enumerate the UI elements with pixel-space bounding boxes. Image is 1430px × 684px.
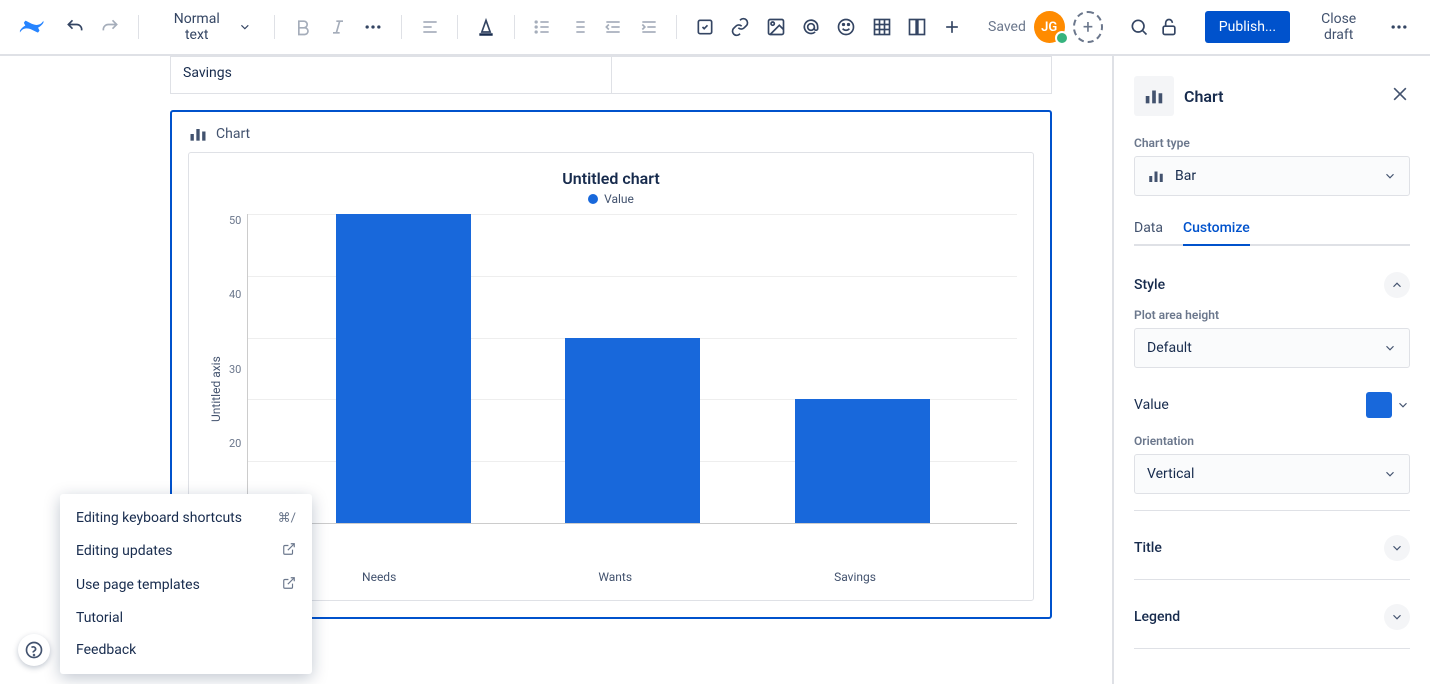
mention-button[interactable]	[795, 11, 826, 43]
help-item-tutorial[interactable]: Tutorial	[60, 602, 312, 634]
chart-title: Untitled chart	[205, 169, 1017, 188]
chart-plot: Untitled axis 50 40 30 20 10	[205, 214, 1017, 564]
orientation-select[interactable]: Vertical	[1134, 454, 1410, 494]
close-draft-button[interactable]: Close draft	[1294, 3, 1383, 51]
link-button[interactable]	[725, 11, 756, 43]
chevron-up-icon	[1390, 278, 1404, 292]
help-item-updates[interactable]: Editing updates	[60, 534, 312, 568]
numbered-list-button[interactable]	[562, 11, 593, 43]
x-axis-labels: Needs Wants Savings	[205, 564, 1017, 584]
chevron-down-icon	[1383, 467, 1397, 481]
layouts-button[interactable]	[901, 11, 932, 43]
panel-title: Chart	[1184, 87, 1380, 106]
tab-data[interactable]: Data	[1134, 212, 1163, 246]
chart-legend: Value	[205, 192, 1017, 206]
chevron-down-icon	[1383, 341, 1397, 355]
orientation-label: Orientation	[1134, 434, 1410, 448]
insert-dropdown[interactable]	[937, 11, 968, 43]
collapse-style-button[interactable]	[1384, 272, 1410, 298]
style-section-header[interactable]: Style	[1134, 262, 1410, 308]
help-item-templates[interactable]: Use page templates	[60, 568, 312, 602]
emoji-button[interactable]	[831, 11, 862, 43]
plot-height-label: Plot area height	[1134, 308, 1410, 322]
toolbar-separator	[514, 15, 515, 39]
italic-button[interactable]	[322, 11, 353, 43]
panel-chart-icon	[1134, 76, 1174, 116]
help-item-feedback[interactable]: Feedback	[60, 634, 312, 666]
section-divider	[1134, 648, 1410, 649]
help-button[interactable]	[18, 634, 50, 666]
publish-button[interactable]: Publish...	[1205, 11, 1290, 43]
table-cell[interactable]: Savings	[171, 57, 612, 93]
color-swatch	[1366, 392, 1392, 418]
table-cell[interactable]	[612, 57, 1052, 93]
chart-type-select[interactable]: Bar	[1134, 156, 1410, 196]
chevron-down-icon	[1390, 541, 1404, 555]
saved-indicator: Saved	[988, 19, 1026, 35]
image-button[interactable]	[760, 11, 791, 43]
toolbar-separator	[676, 15, 677, 39]
more-actions-button[interactable]	[1383, 11, 1414, 43]
presence-badge	[1055, 31, 1069, 45]
bar-wants	[565, 338, 700, 523]
indent-button[interactable]	[633, 11, 664, 43]
chart-type-label: Chart type	[1134, 136, 1410, 150]
bar-needs	[336, 214, 471, 523]
outdent-button[interactable]	[597, 11, 628, 43]
find-replace-button[interactable]	[1123, 11, 1154, 43]
tab-customize[interactable]: Customize	[1183, 212, 1250, 246]
section-divider	[1134, 579, 1410, 580]
bar-savings	[795, 399, 930, 523]
bar-chart-icon	[1147, 167, 1165, 185]
redo-button[interactable]	[95, 11, 126, 43]
chart-block-label: Chart	[216, 126, 250, 142]
chevron-down-icon	[1383, 169, 1397, 183]
value-color-picker[interactable]	[1366, 392, 1410, 418]
editor-toolbar: Normal text Saved JG + Publish... Close …	[0, 0, 1430, 56]
expand-title-button[interactable]	[1384, 535, 1410, 561]
chart-block-header: Chart	[188, 124, 1034, 144]
chart-settings-panel: Chart Chart type Bar Data Customize Styl…	[1112, 56, 1430, 684]
toolbar-separator	[138, 15, 139, 39]
close-panel-button[interactable]	[1390, 84, 1410, 108]
y-axis-ticks: 50 40 30 20 10	[223, 214, 247, 524]
legend-section-header[interactable]: Legend	[1134, 594, 1410, 640]
external-link-icon	[282, 542, 296, 560]
more-formatting-button[interactable]	[358, 11, 389, 43]
undo-button[interactable]	[59, 11, 90, 43]
section-divider	[1134, 510, 1410, 511]
text-style-dropdown[interactable]: Normal text	[151, 11, 262, 43]
toolbar-separator	[401, 15, 402, 39]
title-section-header[interactable]: Title	[1134, 525, 1410, 571]
bullet-list-button[interactable]	[527, 11, 558, 43]
plot-area	[247, 214, 1017, 524]
table-row[interactable]: Savings	[170, 56, 1052, 94]
legend-marker	[588, 194, 598, 204]
expand-legend-button[interactable]	[1384, 604, 1410, 630]
external-link-icon	[282, 576, 296, 594]
help-menu-popup: Editing keyboard shortcuts ⌘/ Editing up…	[60, 494, 312, 674]
chart-render-area: Untitled chart Value Untitled axis 50 40…	[188, 152, 1034, 601]
chevron-down-icon	[1396, 398, 1410, 412]
table-button[interactable]	[866, 11, 897, 43]
action-item-button[interactable]	[689, 11, 720, 43]
toolbar-separator	[457, 15, 458, 39]
toolbar-separator	[274, 15, 275, 39]
restrictions-button[interactable]	[1154, 11, 1185, 43]
help-item-shortcuts[interactable]: Editing keyboard shortcuts ⌘/	[60, 502, 312, 534]
chart-icon	[188, 124, 208, 144]
add-collaborator-button[interactable]: +	[1073, 11, 1104, 43]
confluence-logo	[16, 11, 47, 43]
chevron-down-icon	[1390, 610, 1404, 624]
text-color-button[interactable]	[470, 11, 501, 43]
align-dropdown[interactable]	[414, 11, 445, 43]
plot-height-select[interactable]: Default	[1134, 328, 1410, 368]
panel-tabs: Data Customize	[1134, 212, 1410, 246]
user-avatar[interactable]: JG	[1034, 11, 1065, 43]
help-icon	[24, 640, 44, 660]
bold-button[interactable]	[287, 11, 318, 43]
text-style-label: Normal text	[161, 11, 232, 43]
value-color-row: Value	[1134, 384, 1410, 434]
legend-label: Value	[604, 192, 634, 206]
